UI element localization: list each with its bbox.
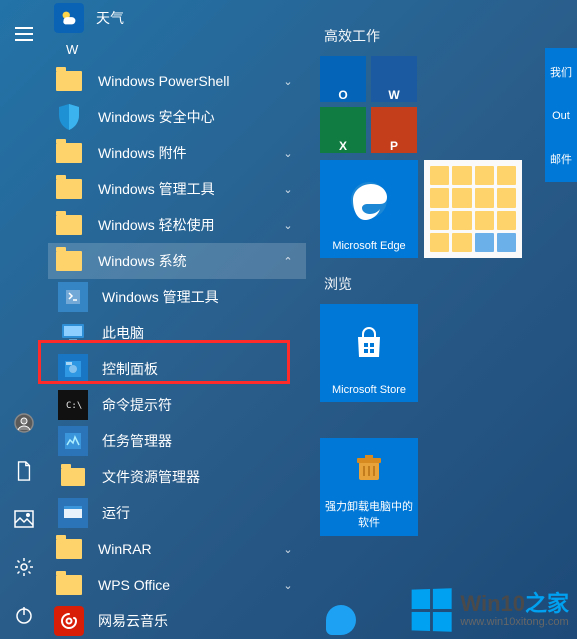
- tile-label: Microsoft Edge: [328, 240, 409, 252]
- tile-partial-2[interactable]: Out: [545, 96, 577, 136]
- folder-icon: [54, 66, 84, 96]
- chevron-down-icon: ⌄: [270, 219, 306, 232]
- app-label: 天气: [96, 8, 306, 28]
- chevron-down-icon: ⌄: [270, 147, 306, 160]
- svg-text:C:\: C:\: [66, 401, 82, 411]
- this-pc-icon: [58, 318, 88, 348]
- sub-item-thispc[interactable]: 此电脑: [48, 315, 306, 351]
- user-account-button[interactable]: [0, 399, 48, 447]
- app-item-system[interactable]: Windows 系统 ⌃: [48, 243, 306, 279]
- app-label: 任务管理器: [102, 431, 306, 451]
- app-label: 运行: [102, 503, 306, 523]
- sub-item-admintools[interactable]: Windows 管理工具: [48, 279, 306, 315]
- file-explorer-icon: [58, 462, 88, 492]
- folder-icon: [54, 174, 84, 204]
- app-label: 命令提示符: [102, 395, 306, 415]
- letter-header-w[interactable]: W: [48, 36, 306, 63]
- windows-logo-icon: [412, 588, 452, 631]
- app-label: Windows 轻松使用: [98, 215, 256, 235]
- app-label: Windows 安全中心: [98, 107, 306, 127]
- weather-icon: [54, 3, 84, 33]
- tile-outlook[interactable]: O: [320, 56, 366, 102]
- watermark: Win10之家 www.win10xitong.com: [410, 589, 569, 631]
- netease-music-icon: [54, 606, 84, 636]
- tile-store[interactable]: Microsoft Store: [320, 304, 418, 402]
- app-item-wps[interactable]: WPS Office ⌄: [48, 567, 306, 603]
- sub-item-cmd[interactable]: C:\ 命令提示符: [48, 387, 306, 423]
- sub-item-controlpanel[interactable]: 控制面板: [48, 351, 306, 387]
- twitter-icon-partial: [326, 605, 356, 635]
- app-label: Windows PowerShell: [98, 73, 256, 89]
- app-label: Windows 附件: [98, 143, 256, 163]
- sub-item-taskmgr[interactable]: 任务管理器: [48, 423, 306, 459]
- store-icon: [350, 304, 388, 384]
- tile-powerpoint[interactable]: P: [371, 107, 417, 153]
- run-icon: [58, 498, 88, 528]
- chevron-down-icon: ⌄: [270, 75, 306, 88]
- app-item-admintools[interactable]: Windows 管理工具 ⌄: [48, 171, 306, 207]
- hamburger-button[interactable]: [0, 10, 48, 58]
- folder-icon: [54, 534, 84, 564]
- chevron-up-icon: ⌃: [270, 255, 306, 268]
- folder-icon: [54, 570, 84, 600]
- app-label: Windows 管理工具: [98, 179, 256, 199]
- right-tile-strip: 我们 Out 邮件: [545, 48, 577, 182]
- app-item-security[interactable]: Windows 安全中心: [48, 99, 306, 135]
- folder-icon: [54, 246, 84, 276]
- app-item-ease[interactable]: Windows 轻松使用 ⌄: [48, 207, 306, 243]
- chevron-down-icon: ⌄: [270, 579, 306, 592]
- tile-edge[interactable]: Microsoft Edge: [320, 160, 418, 258]
- start-left-rail: [0, 0, 48, 639]
- app-item-weather[interactable]: 天气: [48, 0, 306, 36]
- power-button[interactable]: [0, 591, 48, 639]
- pictures-button[interactable]: [0, 495, 48, 543]
- chevron-down-icon: ⌄: [270, 543, 306, 556]
- task-manager-icon: [58, 426, 88, 456]
- tile-word[interactable]: W: [371, 56, 417, 102]
- tile-label: Microsoft Store: [328, 384, 410, 396]
- app-item-powershell[interactable]: Windows PowerShell ⌄: [48, 63, 306, 99]
- folder-icon: [54, 138, 84, 168]
- chevron-down-icon: ⌄: [270, 183, 306, 196]
- edge-icon: [347, 160, 391, 240]
- tile-label: 强力卸载电脑中的软件: [320, 498, 418, 530]
- app-label: Windows 管理工具: [102, 287, 306, 307]
- app-label: 控制面板: [102, 359, 306, 379]
- folder-icon: [54, 210, 84, 240]
- app-list: 天气 W Windows PowerShell ⌄ Windows 安全中心 W…: [48, 0, 306, 639]
- admin-tools-icon: [58, 282, 88, 312]
- app-label: Windows 系统: [98, 251, 256, 271]
- app-label: WinRAR: [98, 541, 256, 557]
- sub-item-explorer[interactable]: 文件资源管理器: [48, 459, 306, 495]
- app-item-netease[interactable]: 网易云音乐: [48, 603, 306, 639]
- uninstall-icon: [351, 438, 387, 498]
- app-label: 网易云音乐: [98, 611, 306, 631]
- app-label: 此电脑: [102, 323, 306, 343]
- app-item-accessories[interactable]: Windows 附件 ⌄: [48, 135, 306, 171]
- tile-folder-preview[interactable]: [424, 160, 522, 258]
- control-panel-icon: [58, 354, 88, 384]
- app-item-winrar[interactable]: WinRAR ⌄: [48, 531, 306, 567]
- tiles-panel: 高效工作 O W X P 我们 Out 邮件 Microsoft Edge: [306, 0, 577, 639]
- settings-button[interactable]: [0, 543, 48, 591]
- group-title-productivity[interactable]: 高效工作: [324, 26, 577, 46]
- tile-excel[interactable]: X: [320, 107, 366, 153]
- app-label: 文件资源管理器: [102, 467, 306, 487]
- cmd-icon: C:\: [58, 390, 88, 420]
- tile-partial-1[interactable]: 我们: [545, 48, 577, 96]
- tile-partial-3[interactable]: 邮件: [545, 136, 577, 182]
- group-title-browse[interactable]: 浏览: [324, 274, 577, 294]
- tile-uninstall[interactable]: 强力卸载电脑中的软件: [320, 438, 418, 536]
- app-label: WPS Office: [98, 577, 256, 593]
- shield-icon: [54, 102, 84, 132]
- documents-button[interactable]: [0, 447, 48, 495]
- sub-item-run[interactable]: 运行: [48, 495, 306, 531]
